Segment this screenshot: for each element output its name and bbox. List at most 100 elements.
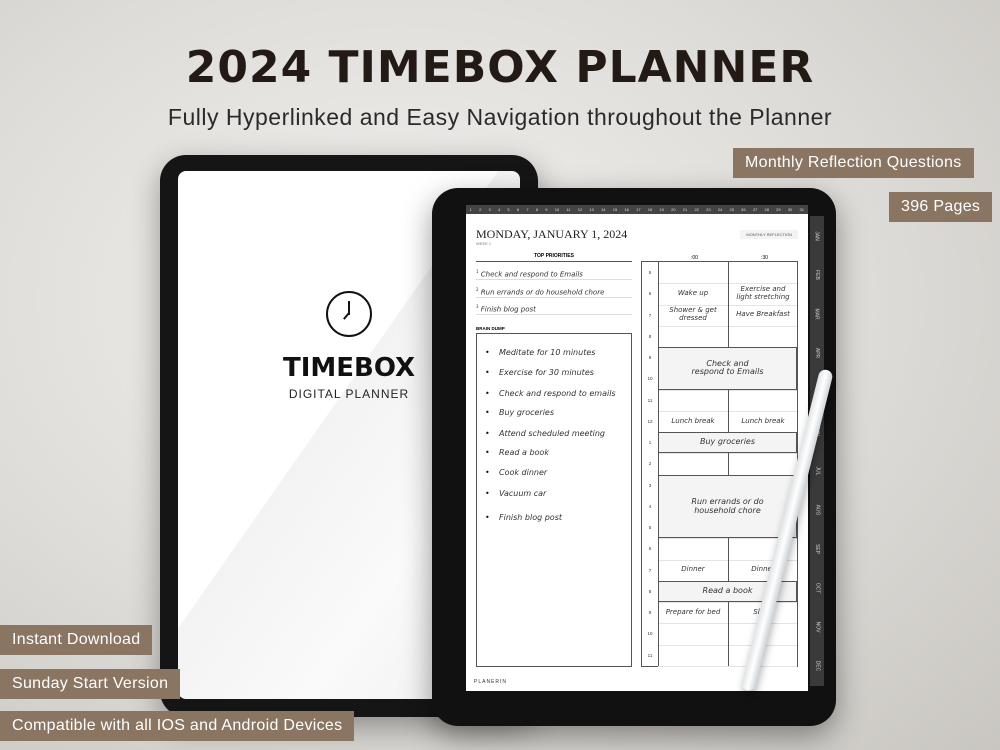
day-link[interactable]: 29 [776,207,780,212]
day-link[interactable]: 22 [694,207,698,212]
clock-icon [326,291,372,337]
day-link[interactable]: 18 [648,207,652,212]
priority-item[interactable]: 1 Check and respond to Emails [476,263,632,280]
day-link[interactable]: 1 [470,207,472,212]
day-link[interactable]: 20 [671,207,675,212]
brain-dump-item[interactable]: Vacuum car [485,489,546,498]
day-link[interactable]: 8 [536,207,538,212]
day-link[interactable]: 17 [636,207,640,212]
month-tab[interactable]: APR [814,348,820,358]
hour-label: 9 [648,355,652,361]
hour-label: 5 [648,270,652,275]
month-tab[interactable]: NOV [814,622,820,633]
day-link[interactable]: 10 [555,207,559,212]
day-link[interactable]: 26 [741,207,745,212]
timebox-entry[interactable]: Lunch break [658,411,728,432]
day-link[interactable]: 6 [517,207,519,212]
planner-date: MONDAY, JANUARY 1, 2024 [476,227,628,241]
priority-text: Check and respond to Emails [480,270,583,279]
timebox-entry[interactable]: Wake up [658,283,728,304]
hour-label: 10 [647,376,653,382]
brain-dump-item[interactable]: Check and respond to emails [485,389,616,398]
day-link[interactable]: 14 [601,207,605,212]
hour-label: 6 [648,546,652,552]
badge-compatible: Compatible with all IOS and Android Devi… [0,711,355,741]
timebox-entry[interactable]: Prepare for bed [658,602,728,623]
day-link[interactable]: 25 [729,207,733,212]
brain-dump-item[interactable]: Read a book [485,448,549,457]
timebox-entry[interactable]: Run errands or do household chore [658,474,797,539]
priority-text: Finish blog post [480,305,536,314]
badge-monthly-reflection: Monthly Reflection Questions [733,148,974,178]
month-tab[interactable]: DEC [814,661,820,672]
day-link[interactable]: 4 [498,207,500,212]
hour-label: 11 [647,397,653,403]
day-link[interactable]: 30 [788,207,792,212]
hour-label: 3 [648,482,652,488]
day-link[interactable]: 9 [545,207,547,212]
hour-label: 7 [648,312,652,318]
hour-label: 12 [647,418,653,424]
page-subtitle: Fully Hyperlinked and Easy Navigation th… [167,104,833,130]
timebox-entry[interactable]: Dinner [728,560,798,581]
hour-label: 11 [647,652,653,658]
brain-dump-item[interactable]: Buy groceries [485,408,554,417]
hour-label: 2 [648,461,652,467]
brain-dump-item[interactable]: Meditate for 10 minutes [485,348,595,357]
monthly-reflection-button[interactable]: MONTHLY REFLECTION [740,230,798,239]
timebox-entry[interactable]: Exercise and light stretching [728,283,798,304]
month-tab[interactable]: JUL [814,466,820,475]
timebox-entry[interactable]: Shower & get dressed [658,305,728,326]
month-tab[interactable]: FEB [814,270,820,280]
day-link[interactable]: 2 [479,207,481,212]
hour-label: 6 [648,291,652,297]
brain-dump-item[interactable]: Finish blog post [485,513,562,522]
month-tab[interactable]: OCT [814,583,820,594]
day-link[interactable]: 27 [753,207,757,212]
month-tab[interactable]: MAR [814,308,820,319]
day-link[interactable]: 28 [764,207,768,212]
hour-label: 8 [648,588,652,594]
brain-dump-item[interactable]: Cook dinner [485,468,547,477]
hour-label: 4 [648,503,652,509]
priority-text: Run errands or do household chore [480,287,605,296]
month-tab[interactable]: AUG [814,504,820,515]
badge-pages: 396 Pages [889,192,993,222]
badge-instant-download: Instant Download [0,625,153,655]
timebox-entry[interactable]: Have Breakfast [728,305,798,326]
day-link[interactable]: 19 [659,207,663,212]
footer-logo: PLANERIN [474,679,508,685]
timebox-entry[interactable]: Lunch break [728,411,798,432]
day-link[interactable]: 7 [526,207,528,212]
month-tab[interactable]: JAN [814,231,820,240]
timebox-entry[interactable]: Dinner [658,560,728,581]
day-link[interactable]: 15 [613,207,617,212]
page-title: 2024 TIMEBOX PLANNER [185,42,815,93]
badge-sunday-start: Sunday Start Version [0,669,181,699]
brain-dump-item[interactable]: Exercise for 30 minutes [485,368,594,377]
hour-label: 9 [648,610,652,616]
day-link[interactable]: 24 [718,207,722,212]
day-link[interactable]: 16 [624,207,628,212]
day-link[interactable]: 31 [800,207,804,212]
week-label: WEEK 1 [476,241,492,246]
priority-item[interactable]: 3 Finish blog post [476,298,632,315]
hour-label: 5 [648,525,652,531]
tablet-planner: 1 2 3 4 5 6 7 8 9 10 11 12 13 14 15 16 17 18 19 20 21 22 23 24 2… [432,188,836,726]
day-link[interactable]: 11 [566,207,570,212]
hour-label: 1 [648,440,652,446]
day-strip: 1 2 3 4 5 6 7 8 9 10 11 12 13 14 15 16 17 18 19 20 21 22 23 24 2… [466,205,808,214]
timebox-entry[interactable]: Buy groceries [658,432,797,454]
day-link[interactable]: 3 [489,207,491,212]
timebox-entry[interactable]: Check and respond to Emails [658,347,797,390]
brain-dump-item[interactable]: Attend scheduled meeting [485,429,605,438]
hour-label: 7 [648,567,652,573]
day-link[interactable]: 12 [578,207,582,212]
day-link[interactable]: 23 [706,207,710,212]
day-link[interactable]: 13 [589,207,593,212]
month-tab[interactable]: SEP [814,544,820,554]
priority-item[interactable]: 2 Run errands or do household chore [476,281,632,298]
day-link[interactable]: 21 [683,207,687,212]
day-link[interactable]: 5 [507,207,509,212]
top-priorities-heading: TOP PRIORITIES [476,253,632,262]
